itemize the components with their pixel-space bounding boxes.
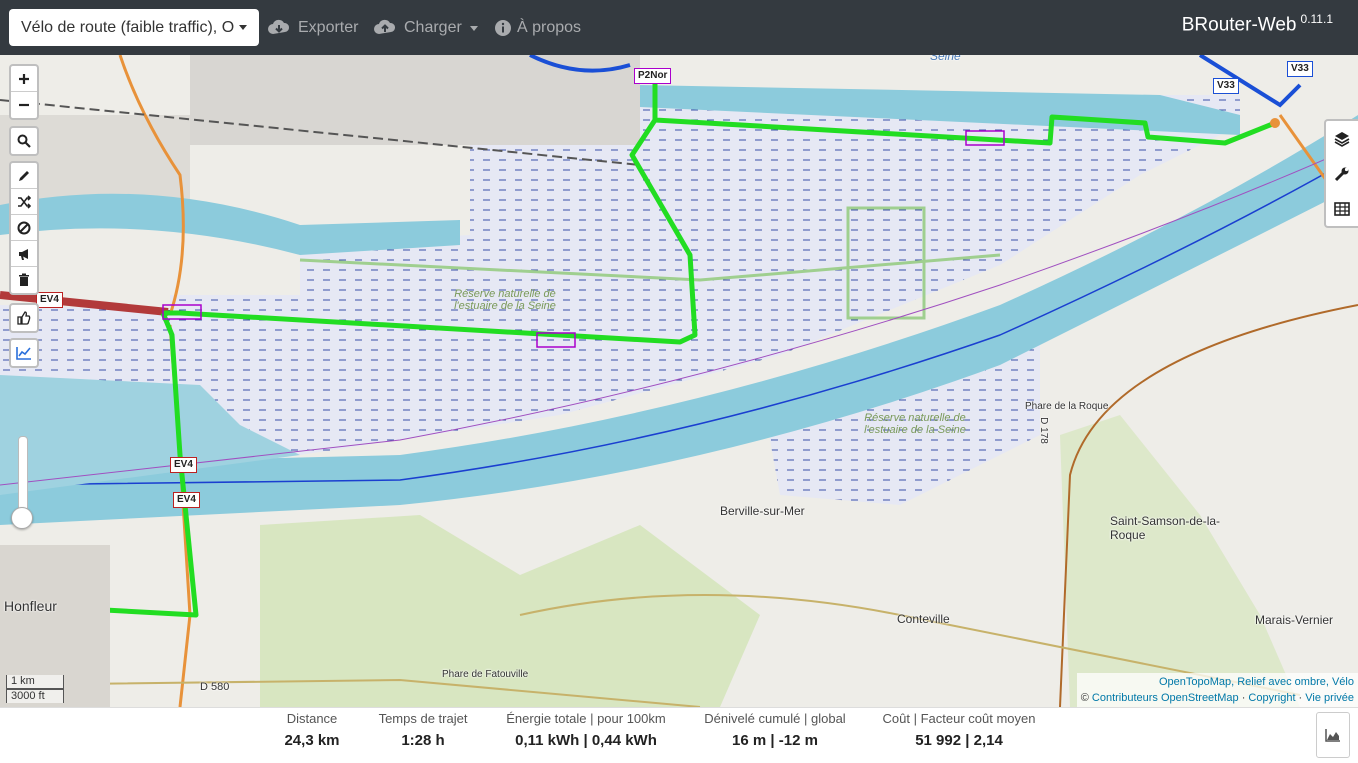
map-label-saint-samson: Saint-Samson-de-la-Roque: [1110, 514, 1221, 542]
thumbs-up-icon: [17, 311, 31, 325]
reserve-label: Réserve naturelle de l'estuaire de la Se…: [454, 288, 556, 312]
layers-button[interactable]: [1326, 121, 1358, 156]
chevron-down-icon: [469, 25, 478, 31]
cloud-download-icon: [268, 19, 290, 34]
pencil-icon: [19, 170, 29, 181]
layers-icon: [1334, 131, 1350, 147]
opacity-slider[interactable]: [9, 430, 35, 530]
app-version: 0.11.1: [1300, 12, 1333, 26]
attribution-layers-link[interactable]: OpenTopoMap, Relief avec ombre, Vélo: [1159, 676, 1354, 688]
search-control: [9, 126, 39, 156]
area-chart-icon: [1325, 729, 1340, 742]
voice-hint-button[interactable]: [11, 241, 37, 267]
plus-icon: [19, 73, 29, 84]
map-label-phare-fatouville: Phare de Fatouville: [442, 669, 529, 680]
route-tools: [9, 161, 39, 295]
osm-contributors-link[interactable]: Contributeurs OpenStreetMap: [1092, 692, 1239, 704]
zoom-control: [9, 64, 39, 120]
stat-cost: Coût | Facteur coût moyen 51 992 | 2,14: [874, 711, 1044, 749]
route-stats-bar: Distance 24,3 km Temps de trajet 1:28 h …: [0, 707, 1358, 763]
stat-label: Distance: [286, 711, 338, 726]
brand-name: BRouter-Web: [1181, 14, 1297, 36]
zoom-out-button[interactable]: [11, 92, 37, 118]
map-label-phare-roque: Phare de la Roque: [1025, 401, 1109, 412]
stat-label: Dénivelé cumulé | global: [704, 711, 846, 726]
bullhorn-icon: [19, 248, 28, 260]
scale-metric: 1 km: [6, 675, 64, 689]
stat-time: Temps de trajet 1:28 h: [368, 711, 478, 749]
load-label: Charger: [404, 19, 462, 36]
data-table-button[interactable]: [1326, 191, 1358, 226]
delete-route-button[interactable]: [11, 267, 37, 293]
load-button[interactable]: Charger: [374, 14, 478, 42]
profile-dropdown-label: Vélo de route (faible traffic), O: [21, 18, 235, 36]
app-brand[interactable]: BRouter-Web 0.11.1: [1182, 12, 1333, 36]
trash-icon: [19, 273, 29, 286]
stat-value: 51 992 | 2,14: [915, 732, 1003, 749]
cloud-upload-icon: [374, 19, 396, 34]
about-label: À propos: [517, 19, 582, 36]
profile-dropdown[interactable]: Vélo de route (faible traffic), O: [9, 9, 259, 46]
map-label-conteville: Conteville: [897, 612, 950, 626]
shuffle-icon: [18, 194, 31, 209]
map-label-road: D 580: [200, 681, 230, 693]
ban-icon: [17, 221, 31, 234]
stat-elevation: Dénivelé cumulé | global 16 m | -12 m: [695, 711, 855, 749]
no-go-area-button[interactable]: [11, 215, 37, 241]
map-scale: 1 km 3000 ft: [6, 675, 64, 703]
ev4-shield: EV4: [36, 292, 63, 308]
stat-label: Énergie totale | pour 100km: [506, 711, 666, 726]
copyright-link[interactable]: Copyright: [1248, 692, 1295, 704]
map-view[interactable]: EV4 EV4 EV4 P2Nor V33 V33 Honfleur Bervi…: [0, 55, 1358, 707]
right-control-panel: [1324, 119, 1358, 228]
search-button[interactable]: [11, 128, 37, 154]
export-button[interactable]: Exporter: [268, 14, 358, 42]
scale-imperial: 3000 ft: [6, 689, 64, 703]
v33-shield: V33: [1213, 78, 1239, 94]
elevation-chart-button[interactable]: [11, 340, 37, 366]
map-label-honfleur: Honfleur: [4, 598, 57, 614]
map-label-river: Seine: [930, 55, 961, 63]
v33-shield: V33: [1287, 61, 1313, 77]
map-tiles: [0, 55, 1358, 707]
minus-icon: [19, 103, 29, 107]
p2nor-shield: P2Nor: [634, 68, 672, 84]
stat-energy: Énergie totale | pour 100km 0,11 kWh | 0…: [496, 711, 676, 749]
table-icon: [1334, 201, 1350, 216]
ev4-shield: EV4: [170, 457, 197, 473]
stat-label: Coût | Facteur coût moyen: [882, 711, 1036, 726]
about-button[interactable]: À propos: [494, 14, 581, 42]
top-navbar: Vélo de route (faible traffic), O Export…: [0, 0, 1358, 55]
map-attribution: OpenTopoMap, Relief avec ombre, Vélo © C…: [1076, 673, 1358, 707]
map-label-road: D 178: [1037, 417, 1049, 444]
stat-value: 1:28 h: [401, 732, 445, 749]
slider-handle[interactable]: [11, 507, 33, 529]
map-label-marais: Marais-Vernier: [1255, 613, 1334, 627]
stat-label: Temps de trajet: [378, 711, 468, 726]
chevron-down-icon: [239, 25, 247, 30]
privacy-link[interactable]: Vie privée: [1305, 692, 1354, 704]
settings-button[interactable]: [1326, 156, 1358, 191]
info-icon: [495, 20, 511, 36]
export-label: Exporter: [298, 19, 359, 36]
stat-distance: Distance 24,3 km: [262, 711, 362, 749]
stat-value: 24,3 km: [284, 732, 340, 749]
reverse-route-button[interactable]: [11, 189, 37, 215]
wrench-icon: [1334, 167, 1349, 181]
zoom-in-button[interactable]: [11, 66, 37, 92]
draw-route-button[interactable]: [11, 163, 37, 189]
ev4-shield: EV4: [173, 492, 200, 508]
stat-value: 16 m | -12 m: [732, 732, 818, 749]
reserve-label: Réserve naturelle de l'estuaire de la Se…: [864, 412, 966, 436]
search-icon: [17, 134, 31, 148]
toggle-elevation-button[interactable]: [1316, 712, 1350, 758]
chart-line-icon: [16, 347, 31, 360]
elevation-control: [9, 338, 39, 368]
copyright-sign: ©: [1080, 692, 1089, 704]
stat-value: 0,11 kWh | 0,44 kWh: [515, 732, 657, 749]
hand-control: [9, 303, 39, 333]
drag-mode-button[interactable]: [11, 305, 37, 331]
map-label-berville: Berville-sur-Mer: [720, 504, 805, 518]
